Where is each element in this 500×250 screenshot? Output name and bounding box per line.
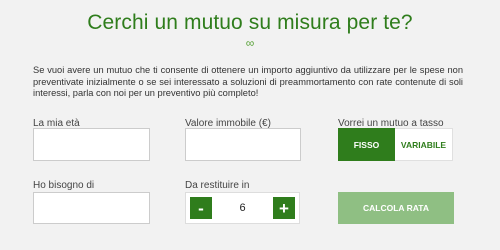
rate-fixed-button[interactable]: FISSO xyxy=(338,128,395,161)
repayment-value[interactable]: 6 xyxy=(216,193,269,223)
mortgage-calculator: Cerchi un mutuo su misura per te? ∞ Se v… xyxy=(0,0,500,250)
page-title: Cerchi un mutuo su misura per te? xyxy=(87,11,413,34)
property-value-input[interactable] xyxy=(185,128,301,161)
repayment-stepper: - 6 + xyxy=(185,192,300,224)
infinity-icon: ∞ xyxy=(245,36,255,50)
age-input[interactable] xyxy=(33,128,150,161)
amount-needed-label: Ho bisogno di xyxy=(33,180,95,191)
increment-button[interactable]: + xyxy=(273,197,295,219)
repayment-label: Da restituire in xyxy=(185,180,250,191)
calculate-rate-button[interactable]: CALCOLA RATA xyxy=(338,192,454,224)
rate-variable-button[interactable]: VARIABILE xyxy=(395,128,453,161)
intro-paragraph: Se vuoi avere un mutuo che ti consente d… xyxy=(33,65,463,99)
decrement-button[interactable]: - xyxy=(190,197,212,219)
amount-needed-input[interactable] xyxy=(33,192,150,224)
